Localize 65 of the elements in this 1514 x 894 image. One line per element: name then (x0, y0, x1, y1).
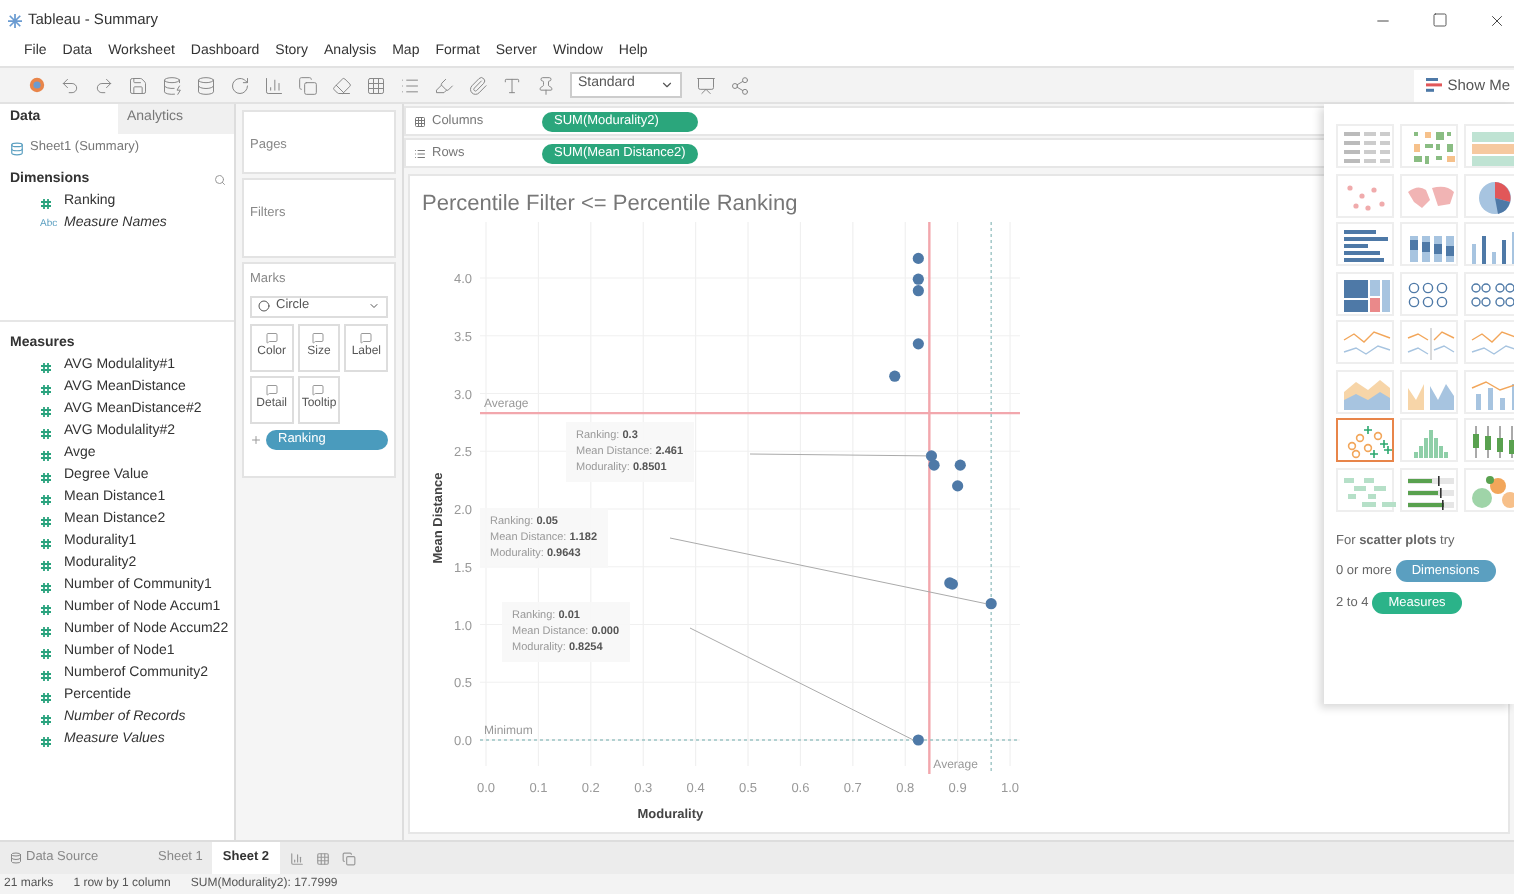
hash-icon (40, 537, 52, 549)
highlight-table-icon (1466, 126, 1514, 170)
data-point (985, 598, 997, 610)
save-button[interactable] (128, 75, 148, 95)
hash-icon (40, 405, 52, 417)
hash-icon (40, 515, 52, 527)
duplicate-button[interactable] (298, 75, 318, 95)
sort-button[interactable] (400, 75, 420, 95)
property-icon (360, 332, 373, 345)
columns-icon (414, 115, 426, 127)
hash-icon (40, 383, 52, 395)
caret-icon (368, 300, 380, 313)
maximize-button[interactable] (1432, 12, 1448, 28)
app-logo-icon (8, 13, 22, 27)
bar-chart-icon (1425, 78, 1442, 92)
highlight-button[interactable] (434, 75, 454, 95)
hash-icon (40, 647, 52, 659)
forward-button[interactable] (94, 75, 114, 95)
data-point (954, 459, 966, 471)
hash-icon (40, 449, 52, 461)
pin-button[interactable] (536, 75, 556, 95)
data-point (889, 370, 901, 382)
data-point (912, 252, 924, 264)
labels-button[interactable] (502, 75, 522, 95)
circle-icon (258, 300, 270, 313)
hash-icon (40, 713, 52, 725)
database-icon (10, 852, 22, 864)
rows-icon (414, 147, 426, 159)
new-dashboard-button[interactable] (315, 851, 330, 865)
new-worksheet-button[interactable] (264, 75, 284, 95)
hash-icon (40, 603, 52, 615)
refresh-button[interactable] (230, 75, 250, 95)
hash-icon (40, 625, 52, 637)
property-icon (265, 332, 278, 345)
hash-icon (40, 581, 52, 593)
property-icon (312, 332, 325, 345)
presentation-button[interactable] (696, 75, 716, 95)
hash-icon (40, 559, 52, 571)
data-source-button[interactable] (196, 75, 216, 95)
chart-type-button[interactable] (1336, 418, 1394, 462)
data-point (952, 480, 964, 492)
search-icon[interactable] (214, 174, 226, 186)
hash-icon (40, 735, 52, 747)
sheet-title: Percentile Filter <= Percentile Ranking (422, 190, 798, 220)
close-button[interactable] (1488, 11, 1506, 29)
dual-line-icon (1402, 322, 1460, 366)
caret-icon (660, 78, 674, 92)
share-button[interactable] (730, 75, 750, 95)
clear-sheet-button[interactable] (332, 75, 352, 95)
data-point (912, 338, 924, 350)
data-source-icon (10, 141, 24, 155)
new-data-source-button[interactable] (162, 75, 182, 95)
property-icon (265, 384, 278, 397)
hash-icon (40, 427, 52, 439)
hash-icon (40, 493, 52, 505)
hash-icon (40, 691, 52, 703)
back-button[interactable] (60, 75, 80, 95)
hash-icon (40, 361, 52, 373)
property-icon (312, 384, 325, 397)
new-story-button[interactable] (341, 851, 356, 865)
new-sheet-button[interactable] (289, 851, 304, 865)
hash-icon (40, 471, 52, 483)
hash-icon (40, 669, 52, 681)
data-point (912, 734, 924, 746)
hash-icon (40, 197, 52, 209)
